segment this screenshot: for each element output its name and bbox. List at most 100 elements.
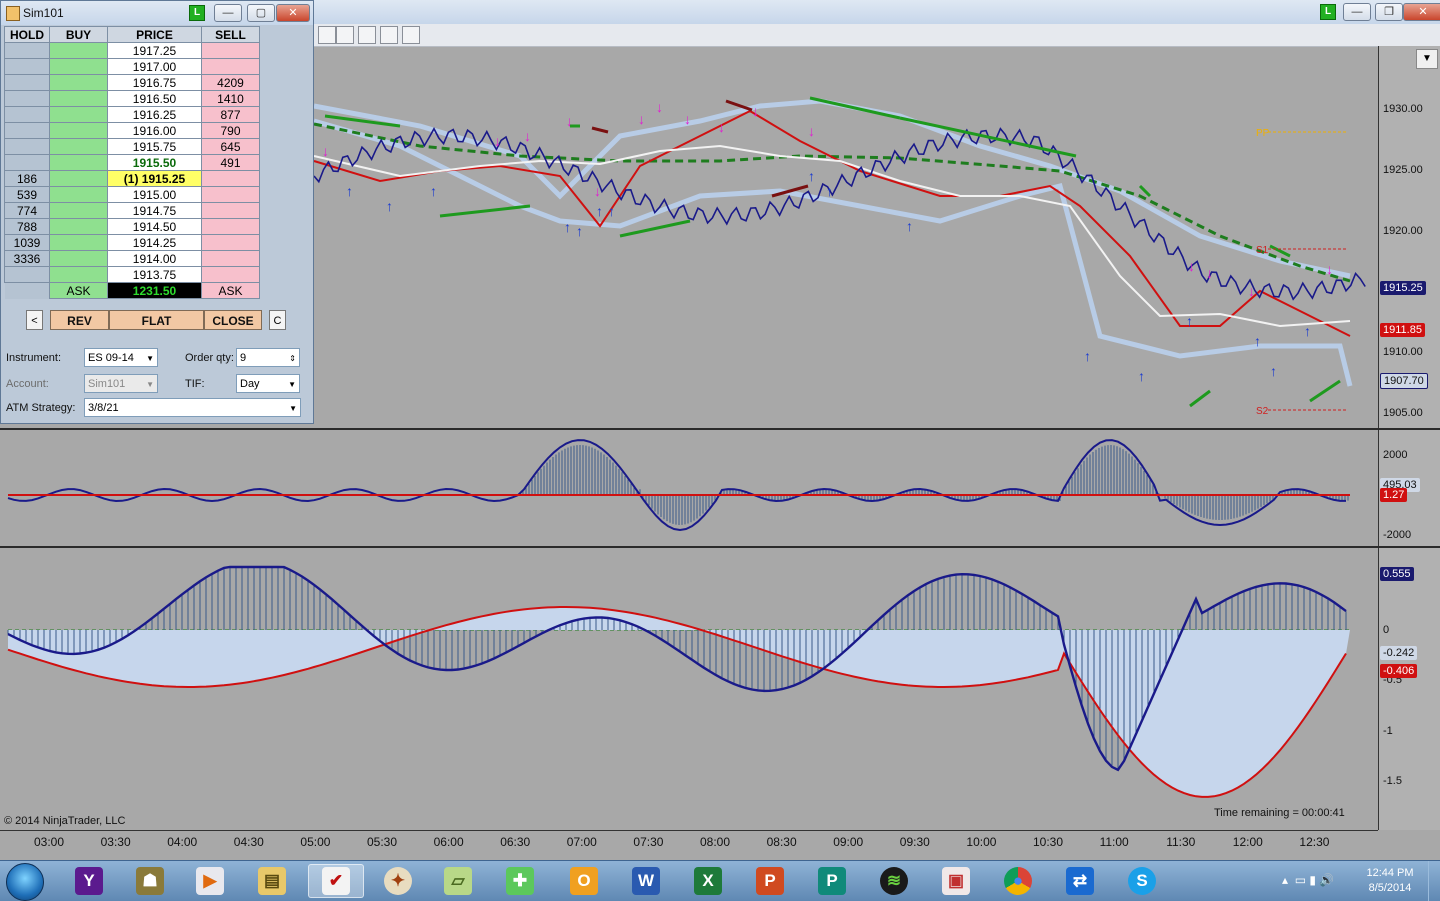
- buy-cell[interactable]: [49, 250, 108, 267]
- flat-button[interactable]: FLAT: [109, 310, 204, 330]
- strategy-icon[interactable]: [380, 26, 398, 44]
- link-badge[interactable]: L: [1320, 4, 1336, 20]
- pivot-s1-label: S1: [1256, 245, 1269, 256]
- buy-cell[interactable]: [49, 58, 108, 75]
- spotify-icon[interactable]: ≋: [872, 864, 916, 898]
- buy-cell[interactable]: [49, 186, 108, 203]
- game-icon[interactable]: ☗: [128, 864, 172, 898]
- yahoo-icon[interactable]: Y: [67, 864, 111, 898]
- buy-ask-button[interactable]: ASK: [49, 282, 108, 299]
- dom-ladder-row: 1917.00: [4, 58, 260, 75]
- indicator-icon[interactable]: [358, 26, 376, 44]
- puzzle-icon[interactable]: ✚: [498, 864, 542, 898]
- oscillator-panel-1[interactable]: [0, 429, 1378, 546]
- skype-icon[interactable]: S: [1120, 864, 1164, 898]
- tif-select[interactable]: Day ▼: [236, 374, 300, 393]
- maximize-button[interactable]: ▢: [247, 4, 275, 22]
- close-button[interactable]: ✕: [276, 4, 310, 22]
- word-icon[interactable]: W: [624, 864, 668, 898]
- atm-strategy-select[interactable]: 3/8/21 ▼: [84, 398, 301, 417]
- buy-cell[interactable]: [49, 138, 108, 155]
- candle-icon[interactable]: [336, 26, 354, 44]
- minimize-button[interactable]: —: [1343, 3, 1371, 21]
- dom-titlebar[interactable]: Sim101 L — ▢ ✕: [1, 1, 313, 25]
- show-desktop-button[interactable]: [1428, 861, 1440, 901]
- clock[interactable]: 12:44 PM 8/5/2014: [1360, 866, 1420, 896]
- dom-ladder-row: 1917.25: [4, 42, 260, 59]
- sell-cell[interactable]: [201, 250, 260, 267]
- time-tick: 06:00: [433, 835, 464, 849]
- spinner-icon[interactable]: ⇕: [289, 349, 296, 368]
- sell-cell[interactable]: [201, 234, 260, 251]
- order-qty-input[interactable]: 9 ⇕: [236, 348, 300, 367]
- buy-cell[interactable]: [49, 218, 108, 235]
- windows-start-button[interactable]: [6, 863, 44, 901]
- instrument-select[interactable]: ES 09-14 ▼: [84, 348, 158, 367]
- sell-cell[interactable]: 491: [201, 154, 260, 171]
- sell-cell[interactable]: [201, 266, 260, 283]
- media-player-icon[interactable]: ▶: [188, 864, 232, 898]
- buy-cell[interactable]: [49, 42, 108, 59]
- close-position-button[interactable]: CLOSE: [204, 310, 262, 330]
- file-explorer-icon[interactable]: ▤: [250, 864, 294, 898]
- time-tick: 05:00: [300, 835, 331, 849]
- minimize-button[interactable]: —: [214, 4, 242, 22]
- ninjatrader-icon[interactable]: ✔: [308, 864, 364, 898]
- sell-cell[interactable]: [201, 170, 260, 187]
- pivot-pp-label: PP: [1256, 128, 1270, 139]
- sell-arrow-icon: ↓: [1248, 283, 1255, 299]
- instrument-value: ES 09-14: [88, 352, 134, 364]
- close-button[interactable]: ✕: [1403, 3, 1440, 21]
- collapse-button[interactable]: <: [26, 310, 43, 330]
- notes-icon[interactable]: ▱: [436, 864, 480, 898]
- teamviewer-icon[interactable]: ⇄: [1058, 864, 1102, 898]
- oscillator-panel-2[interactable]: [0, 547, 1378, 830]
- rev-button[interactable]: REV: [50, 310, 109, 330]
- sell-cell[interactable]: [201, 58, 260, 75]
- dom-ladder-row: 1915.75 645: [4, 138, 260, 155]
- sell-cell[interactable]: [201, 186, 260, 203]
- buy-cell[interactable]: [49, 106, 108, 123]
- link-badge[interactable]: L: [189, 5, 205, 21]
- compass-icon[interactable]: ✦: [376, 864, 420, 898]
- buy-cell[interactable]: [49, 122, 108, 139]
- order-qty-label: Order qty:: [185, 352, 234, 364]
- system-tray[interactable]: ▴ ▭ ▮ 🔊: [1282, 873, 1334, 887]
- buy-cell[interactable]: [49, 170, 108, 187]
- sell-cell[interactable]: 1410: [201, 90, 260, 107]
- osc2-signal-flag: -0.406: [1380, 664, 1418, 678]
- sell-cell[interactable]: [201, 218, 260, 235]
- account-value: Sim101: [88, 378, 126, 390]
- osc2-tick: 0: [1383, 624, 1390, 636]
- c-button[interactable]: C: [269, 310, 286, 330]
- maximize-button[interactable]: ❐: [1375, 3, 1403, 21]
- buy-cell[interactable]: [49, 154, 108, 171]
- buy-cell[interactable]: [49, 74, 108, 91]
- publisher-icon[interactable]: P: [810, 864, 854, 898]
- sell-cell[interactable]: [201, 42, 260, 59]
- sell-cell[interactable]: 645: [201, 138, 260, 155]
- dom-window-icon: [6, 6, 20, 21]
- bar-type-icon[interactable]: [318, 26, 336, 44]
- buy-cell[interactable]: [49, 234, 108, 251]
- time-axis[interactable]: 03:00 03:30 04:00 04:30 05:00 05:30 06:00 06:30…: [0, 830, 1378, 861]
- excel-icon[interactable]: X: [686, 864, 730, 898]
- chrome-icon[interactable]: ●: [996, 864, 1040, 898]
- osc2-macd-flag: 0.555: [1380, 567, 1414, 581]
- sell-cell[interactable]: 877: [201, 106, 260, 123]
- sell-cell[interactable]: 790: [201, 122, 260, 139]
- app-red-icon[interactable]: ▣: [934, 864, 978, 898]
- buy-cell[interactable]: [49, 266, 108, 283]
- sell-cell[interactable]: [201, 202, 260, 219]
- dom-ladder-row: 186 (1) 1915.25: [4, 170, 260, 187]
- chart-menu-dropdown[interactable]: ▼: [1416, 49, 1438, 69]
- sell-cell[interactable]: 4209: [201, 74, 260, 91]
- buy-cell[interactable]: [49, 202, 108, 219]
- buy-cell[interactable]: [49, 90, 108, 107]
- sell-ask-button[interactable]: ASK: [201, 282, 260, 299]
- dom-ladder-row: 774 1914.75: [4, 202, 260, 219]
- outlook-icon[interactable]: O: [562, 864, 606, 898]
- dom-ladder-row: 1039 1914.25: [4, 234, 260, 251]
- properties-icon[interactable]: [402, 26, 420, 44]
- powerpoint-icon[interactable]: P: [748, 864, 792, 898]
